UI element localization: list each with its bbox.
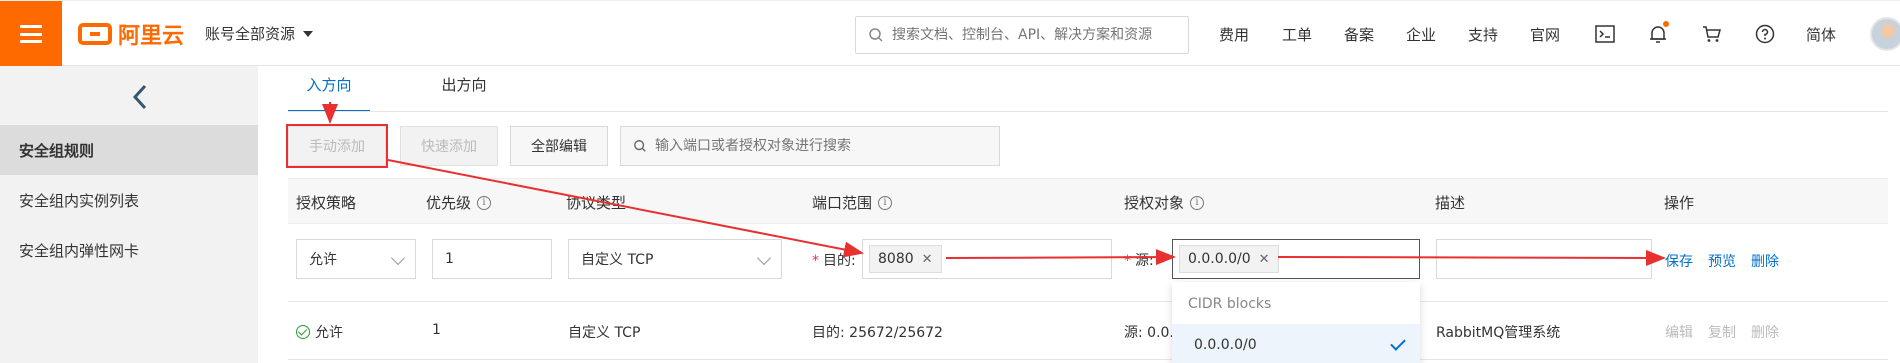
- protocol-select-value: 自定义 TCP: [581, 252, 654, 268]
- sidebar-item-instance-list[interactable]: 安全组内实例列表: [0, 175, 258, 225]
- check-circle-icon: [296, 325, 310, 339]
- avatar[interactable]: [1870, 17, 1900, 51]
- table-row-editing: 允许 1 自定义 TCP * 目的: 8080 ✕ * 源: 0.0.0.0/0 ✕: [288, 224, 1888, 302]
- nav-support[interactable]: 支持: [1468, 24, 1498, 45]
- back-chevron-icon[interactable]: [128, 80, 152, 114]
- chevron-down-icon: [756, 250, 772, 266]
- source-label: * 源:: [1124, 253, 1154, 269]
- cidr-dropdown-header: CIDR blocks: [1188, 296, 1272, 312]
- column-header-port-range: 端口范围 i: [812, 192, 893, 213]
- sidebar-item-eni-list[interactable]: 安全组内弹性网卡: [0, 225, 258, 275]
- column-header-priority: 优先级 i: [426, 192, 492, 213]
- cidr-dropdown: CIDR blocks 0.0.0.0/0: [1172, 282, 1420, 363]
- column-header-port-range-label: 端口范围: [812, 194, 873, 212]
- sidebar-item-label: 安全组内实例列表: [19, 191, 140, 210]
- top-navigation-bar: 阿里云 账号全部资源 费用 工单 备案 企业 支持 官网 简体: [0, 0, 1900, 67]
- preview-link[interactable]: 预览: [1708, 251, 1736, 271]
- nav-enterprise[interactable]: 企业: [1406, 24, 1436, 45]
- cidr-option[interactable]: 0.0.0.0/0: [1172, 324, 1420, 363]
- port-label: * 目的:: [812, 253, 856, 269]
- column-header-priority-label: 优先级: [426, 194, 472, 212]
- sidebar-item-security-group-rules[interactable]: 安全组规则: [0, 125, 258, 175]
- source-input[interactable]: 0.0.0.0/0 ✕: [1172, 239, 1420, 279]
- description-cell: RabbitMQ管理系统: [1436, 325, 1561, 341]
- column-header-protocol: 协议类型: [566, 194, 627, 212]
- priority-input-value: 1: [445, 251, 454, 267]
- save-link[interactable]: 保存: [1665, 251, 1693, 271]
- edit-all-button[interactable]: 全部编辑: [510, 126, 608, 166]
- protocol-cell: 自定义 TCP: [568, 325, 641, 341]
- tag-close-icon[interactable]: ✕: [1259, 252, 1270, 267]
- aliyun-logo[interactable]: 阿里云: [78, 18, 184, 50]
- cart-icon[interactable]: [1699, 21, 1725, 47]
- priority-input[interactable]: 1: [432, 239, 552, 279]
- port-tag-value: 8080: [878, 251, 914, 267]
- help-icon[interactable]: [1752, 21, 1778, 47]
- delete-link[interactable]: 删除: [1751, 322, 1779, 342]
- tab-outbound[interactable]: 出方向: [423, 72, 505, 112]
- source-prefix: 源:: [1135, 253, 1154, 269]
- global-search[interactable]: [855, 16, 1189, 54]
- tag-close-icon[interactable]: ✕: [922, 252, 933, 267]
- copy-link[interactable]: 复制: [1708, 322, 1736, 342]
- policy-select[interactable]: 允许: [296, 239, 416, 279]
- caret-down-icon: [303, 30, 314, 37]
- global-search-input[interactable]: [892, 27, 1182, 43]
- chevron-down-icon: [390, 250, 406, 266]
- cidr-option-label: 0.0.0.0/0: [1194, 337, 1257, 353]
- column-header-source-label: 授权对象: [1124, 194, 1185, 212]
- port-range-input[interactable]: 8080 ✕: [862, 239, 1112, 279]
- hamburger-icon: [20, 25, 42, 43]
- port-prefix: 目的:: [823, 253, 856, 269]
- policy-select-value: 允许: [309, 252, 337, 268]
- info-icon[interactable]: i: [477, 195, 492, 210]
- search-icon: [869, 28, 883, 42]
- source-cell: 源: 0.0.: [1124, 325, 1174, 341]
- edit-link[interactable]: 编辑: [1665, 322, 1693, 342]
- main-content: 入方向 出方向 手动添加 快速添加 全部编辑 授权策略 优先级i 协议类型 端口…: [258, 66, 1900, 363]
- logo-text: 阿里云: [118, 24, 185, 49]
- search-icon: [634, 140, 646, 152]
- delete-link[interactable]: 删除: [1751, 251, 1779, 271]
- quick-add-button[interactable]: 快速添加: [400, 126, 498, 166]
- sidebar-item-label: 安全组规则: [19, 141, 95, 160]
- policy-cell-value: 允许: [315, 325, 343, 341]
- port-tag: 8080 ✕: [869, 245, 942, 273]
- info-icon[interactable]: i: [1190, 195, 1205, 210]
- account-resources-dropdown[interactable]: 账号全部资源: [205, 23, 314, 44]
- nav-official-site[interactable]: 官网: [1530, 24, 1560, 45]
- priority-cell: 1: [432, 322, 441, 338]
- protocol-select[interactable]: 自定义 TCP: [568, 239, 782, 279]
- terminal-icon[interactable]: [1592, 21, 1618, 47]
- source-tag: 0.0.0.0/0 ✕: [1179, 245, 1279, 273]
- rule-search-input[interactable]: [655, 138, 985, 154]
- column-header-actions: 操作: [1664, 194, 1695, 212]
- table-header: 授权策略 优先级 i 协议类型 端口范围 i 授权对象 i 描述 操作: [288, 178, 1888, 224]
- notification-dot: [1663, 21, 1669, 27]
- column-header-description: 描述: [1435, 194, 1466, 212]
- nav-tickets[interactable]: 工单: [1282, 24, 1312, 45]
- sidebar: 安全组规则 安全组内实例列表 安全组内弹性网卡: [0, 66, 258, 363]
- nav-icp[interactable]: 备案: [1344, 24, 1374, 45]
- bell-icon[interactable]: [1645, 21, 1671, 47]
- sidebar-item-label: 安全组内弹性网卡: [19, 241, 140, 260]
- account-resources-label: 账号全部资源: [205, 25, 296, 43]
- table-row: 允许 1 自定义 TCP 目的: 25672/25672 源: 0.0. Rab…: [288, 302, 1888, 360]
- nav-billing[interactable]: 费用: [1219, 24, 1249, 45]
- port-cell: 目的: 25672/25672: [812, 325, 943, 341]
- menu-button[interactable]: [0, 1, 62, 67]
- info-icon[interactable]: i: [878, 195, 893, 210]
- aliyun-logo-mark-icon: [78, 23, 112, 45]
- checkmark-icon: [1390, 335, 1406, 351]
- column-header-policy: 授权策略: [296, 194, 357, 212]
- description-input[interactable]: [1436, 239, 1652, 279]
- annotation-highlight-box: [286, 124, 388, 168]
- rule-search[interactable]: [620, 126, 1000, 166]
- policy-cell: 允许: [296, 322, 343, 342]
- tabs-divider: [288, 111, 1888, 112]
- column-header-source: 授权对象 i: [1124, 192, 1205, 213]
- tab-inbound[interactable]: 入方向: [288, 72, 370, 112]
- source-tag-value: 0.0.0.0/0: [1188, 251, 1251, 267]
- language-switch[interactable]: 简体: [1806, 24, 1836, 45]
